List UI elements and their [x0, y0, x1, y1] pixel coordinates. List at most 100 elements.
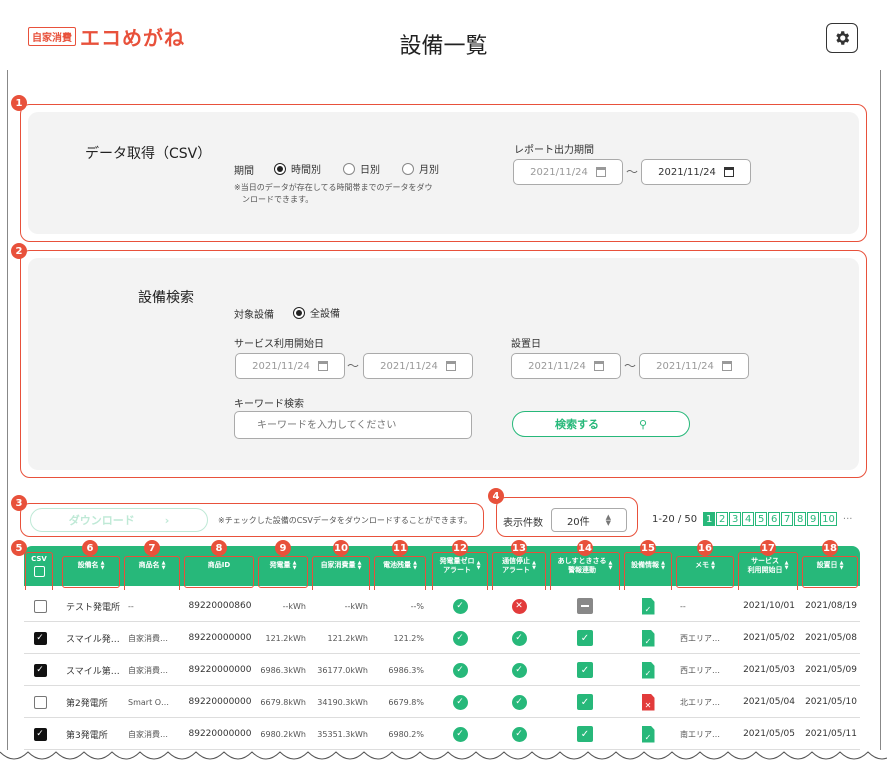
cell-service-date: 2021/05/04 [743, 697, 795, 707]
table-row[interactable]: 第2発電所 Smart O… 89220000000 6679.8kWh 34190.3… [24, 686, 860, 718]
page-1[interactable]: 1 [703, 512, 716, 526]
radio-hourly[interactable]: 時間別 [274, 161, 321, 176]
table-cell: 89220000000 [184, 686, 256, 718]
row-checkbox[interactable]: ✓ [33, 727, 47, 741]
table-cell: 西エリア… [676, 654, 736, 686]
target-label: 対象設備 [234, 310, 274, 321]
cell-install-date: 2021/05/11 [805, 729, 857, 739]
row-checkbox[interactable] [33, 599, 47, 613]
table-cell [550, 590, 620, 622]
page-7[interactable]: 7 [781, 512, 794, 526]
range-tilde: 〜 [626, 165, 639, 179]
download-button[interactable]: ダウンロード › [30, 508, 208, 532]
keyword-input[interactable] [234, 411, 472, 439]
cell-memo: 西エリア… [680, 633, 720, 643]
document-check-icon[interactable]: ✓ [641, 661, 655, 679]
report-to-date[interactable]: 2021/11/24 [641, 159, 751, 185]
cell-product: -- [128, 601, 134, 611]
cell-generation: 6986.3kWh [260, 665, 306, 675]
row-checkbox[interactable]: ✓ [33, 631, 47, 645]
cell-memo: 北エリア… [680, 697, 720, 707]
badge-3: 3 [11, 495, 27, 511]
service-to-date[interactable]: 2021/11/24 [363, 353, 473, 379]
cell-name[interactable]: スマイル第… [66, 664, 120, 677]
table-cell: 第2発電所 [62, 686, 124, 718]
chevron-updown-icon: ▲ ▼ [605, 513, 612, 527]
page-3[interactable]: 3 [729, 512, 742, 526]
disabled-square-icon [577, 598, 593, 614]
radio-all-equipment[interactable]: 全設備 [293, 305, 340, 320]
check-circle-icon: ✓ [511, 630, 527, 646]
cell-product: Smart O… [128, 697, 170, 707]
badge-18: 18 [822, 540, 838, 556]
page-2[interactable]: 2 [716, 512, 729, 526]
search-icon: ⚲ [638, 417, 648, 431]
page-4[interactable]: 4 [742, 512, 755, 526]
cell-memo: 西エリア… [680, 665, 720, 675]
install-from-date[interactable]: 2021/11/24 [511, 353, 621, 379]
table-cell: 北エリア… [676, 686, 736, 718]
cell-name[interactable]: 第2発電所 [66, 696, 108, 709]
table-cell: 121.2kWh [258, 622, 310, 654]
table-cell: 2021/05/04 [738, 686, 800, 718]
table-cell: ✓ [432, 654, 488, 686]
page-more[interactable]: ··· [843, 514, 853, 525]
radio-monthly[interactable]: 月別 [402, 161, 439, 176]
table-cell: スマイル発… [62, 622, 124, 654]
cell-product-id: 89220000000 [188, 665, 252, 675]
service-from-date[interactable]: 2021/11/24 [235, 353, 345, 379]
cell-name[interactable]: 第3発電所 [66, 728, 108, 741]
table-cell: ✓ [624, 622, 672, 654]
cell-consumption: 35351.3kWh [317, 729, 368, 739]
check-circle-icon: ✓ [511, 662, 527, 678]
table-row[interactable]: テスト発電所 -- 89220000860 --kWh --kWh --% ✓ ✕ ✓ -- 202… [24, 590, 860, 622]
table-cell: 6986.3kWh [258, 654, 310, 686]
report-from-date[interactable]: 2021/11/24 [513, 159, 623, 185]
cell-battery: 6986.3% [388, 665, 424, 675]
table-cell: --kWh [258, 590, 310, 622]
table-row[interactable]: ✓ スマイル第… 自家消費… 89220000000 6986.3kWh 36177.0k… [24, 654, 860, 686]
cell-consumption: 36177.0kWh [317, 665, 368, 675]
install-to-date[interactable]: 2021/11/24 [639, 353, 749, 379]
document-error-icon[interactable]: ✕ [641, 693, 655, 711]
cell-name[interactable]: テスト発電所 [66, 600, 120, 613]
row-checkbox[interactable] [33, 695, 47, 709]
table-cell: ✓ [492, 654, 546, 686]
check-circle-icon: ✓ [452, 598, 468, 614]
page-10[interactable]: 10 [820, 512, 837, 526]
per-page-label: 表示件数 [503, 518, 543, 529]
table-cell [26, 686, 54, 718]
page-6[interactable]: 6 [768, 512, 781, 526]
cell-product: 自家消費… [128, 729, 168, 739]
table-cell: 6679.8kWh [258, 686, 310, 718]
table-cell: 6679.8% [374, 686, 428, 718]
badge-8: 8 [211, 540, 227, 556]
per-page-select[interactable]: 20件 ▲ ▼ [551, 508, 627, 532]
settings-button[interactable] [826, 23, 858, 53]
table-cell: --kWh [312, 590, 372, 622]
radio-daily[interactable]: 日別 [343, 161, 380, 176]
table-cell: 2021/05/02 [738, 622, 800, 654]
page-8[interactable]: 8 [794, 512, 807, 526]
table-cell: 2021/10/01 [738, 590, 800, 622]
radio-label: 月別 [419, 165, 439, 176]
cell-name[interactable]: スマイル発… [66, 632, 120, 645]
outline-col-id [184, 556, 254, 588]
document-check-icon[interactable]: ✓ [641, 629, 655, 647]
table-cell: 34190.3kWh [312, 686, 372, 718]
document-check-icon[interactable]: ✓ [641, 597, 655, 615]
wave-cutoff [0, 750, 887, 770]
table-cell: 89220000000 [184, 622, 256, 654]
table-cell: ✓ [550, 686, 620, 718]
badge-10: 10 [333, 540, 349, 556]
table-cell: ✕ [492, 590, 546, 622]
date-value: 2021/11/24 [656, 360, 714, 372]
search-button[interactable]: 検索する ⚲ [512, 411, 690, 437]
row-checkbox[interactable]: ✓ [33, 663, 47, 677]
page-5[interactable]: 5 [755, 512, 768, 526]
page-9[interactable]: 9 [807, 512, 820, 526]
table-cell: 2021/05/08 [802, 622, 860, 654]
table-row[interactable]: ✓ スマイル発… 自家消費… 89220000000 121.2kWh 121.2kWh 1… [24, 622, 860, 654]
cell-consumption: 121.2kWh [327, 633, 368, 643]
table-cell: -- [124, 590, 182, 622]
